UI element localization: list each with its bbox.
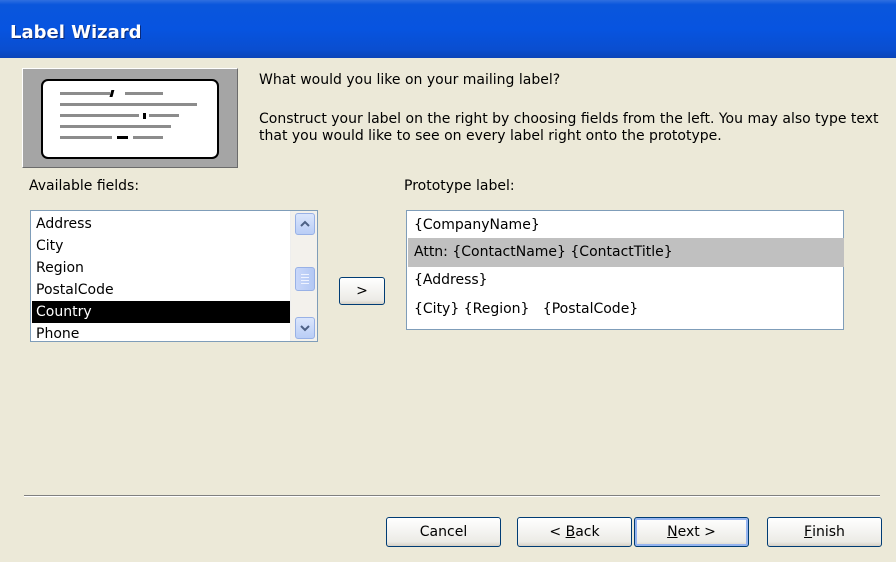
list-item[interactable]: Phone	[32, 323, 290, 341]
list-item[interactable]: PostalCode	[32, 279, 290, 301]
window-title: Label Wizard	[10, 22, 142, 43]
prototype-label-editor[interactable]: {CompanyName} Attn: {ContactName} {Conta…	[406, 210, 844, 330]
separator-line	[24, 495, 880, 497]
available-fields-list[interactable]: Address City Region PostalCode Country P…	[30, 210, 318, 342]
scroll-down-button[interactable]	[295, 317, 315, 339]
prototype-line[interactable]: {Address}	[408, 266, 844, 295]
next-button-accelerator: N	[667, 524, 678, 540]
list-item[interactable]: Region	[32, 257, 290, 279]
scroll-thumb[interactable]	[295, 267, 315, 291]
wizard-prompt: What would you like on your mailing labe…	[259, 72, 561, 88]
chevron-down-icon	[300, 325, 310, 332]
chevron-up-icon	[300, 220, 310, 227]
available-fields-label: Available fields:	[29, 178, 140, 194]
back-button-accelerator: B	[565, 524, 576, 540]
list-item[interactable]: City	[32, 235, 290, 257]
wizard-instructions: Construct your label on the right by cho…	[259, 111, 879, 144]
title-bar[interactable]: Label Wizard	[0, 0, 896, 58]
next-button-label: ext >	[677, 524, 716, 540]
finish-button-accelerator: F	[804, 524, 813, 540]
label-picture-icon	[41, 79, 219, 159]
finish-button-label: inish	[812, 524, 845, 540]
prototype-line[interactable]: {CompanyName}	[408, 211, 844, 240]
scroll-up-button[interactable]	[295, 213, 315, 235]
prototype-line-highlighted[interactable]: Attn: {ContactName} {ContactTitle}	[408, 238, 844, 267]
back-button[interactable]: < Back	[517, 517, 632, 547]
back-button-label: ack	[575, 524, 600, 540]
next-button[interactable]: Next >	[634, 517, 749, 547]
list-item[interactable]: Address	[32, 213, 290, 235]
prototype-line[interactable]: {City} {Region} {PostalCode}	[408, 295, 844, 324]
add-field-button[interactable]: >	[339, 277, 385, 305]
back-button-prefix: <	[549, 524, 566, 540]
list-item-selected[interactable]: Country	[32, 301, 290, 323]
finish-button[interactable]: Finish	[767, 517, 882, 547]
cancel-button[interactable]: Cancel	[386, 517, 501, 547]
mailing-label-illustration	[22, 68, 238, 168]
prototype-label-heading: Prototype label:	[404, 178, 515, 194]
vertical-scrollbar[interactable]	[290, 211, 317, 341]
